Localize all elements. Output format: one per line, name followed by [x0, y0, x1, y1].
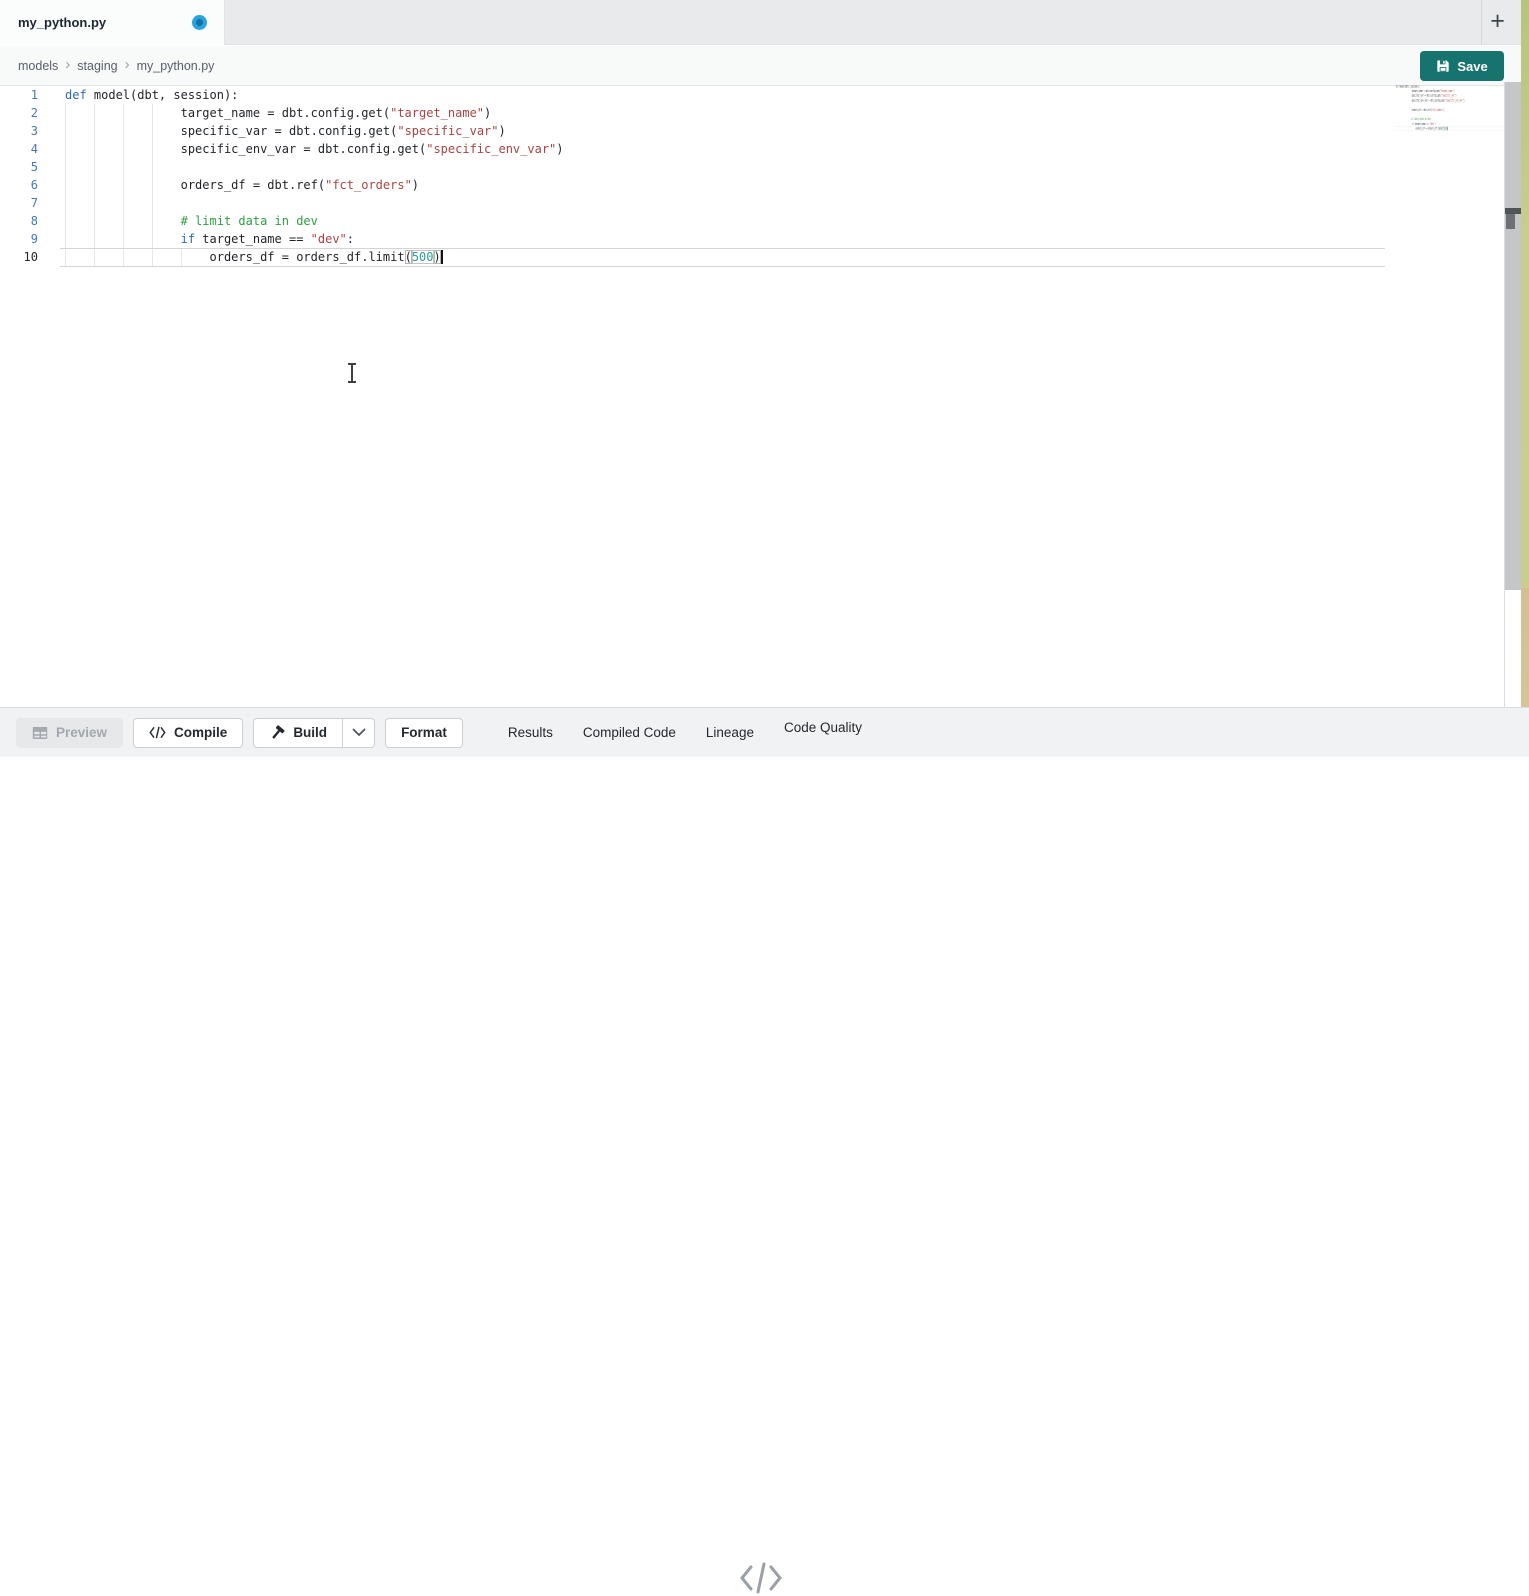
tab-results[interactable]: Results	[493, 708, 568, 758]
save-button-label: Save	[1457, 59, 1487, 74]
new-tab-button[interactable]: +	[1490, 9, 1505, 34]
minimap-lines: def model(dbt, session): target_name = d…	[1395, 84, 1505, 131]
breadcrumb-file[interactable]: my_python.py	[137, 59, 215, 73]
breadcrumb-separator: ›	[65, 56, 70, 73]
desktop-edge-strip-top	[1521, 0, 1529, 588]
mouse-ibeam-cursor	[346, 363, 357, 383]
breadcrumb-separator: ›	[125, 56, 130, 73]
editor-tab-bar: my_python.py +	[0, 0, 1521, 45]
breadcrumb-staging[interactable]: staging	[77, 59, 117, 73]
preview-button[interactable]: Preview	[16, 718, 123, 748]
compile-button[interactable]: Compile	[133, 718, 243, 748]
line-number-gutter: 12345678910	[0, 86, 38, 266]
code-lines[interactable]: def model(dbt, session): target_name = d…	[60, 86, 1385, 267]
editor-minimap[interactable]: def model(dbt, session): target_name = d…	[1395, 84, 1505, 144]
breadcrumb-models[interactable]: models	[18, 59, 58, 73]
build-options-button[interactable]	[343, 718, 375, 748]
format-button-label: Format	[401, 725, 447, 740]
tab-title: my_python.py	[18, 15, 106, 30]
result-panel-tabs: Results Compiled Code Lineage Code Quali…	[493, 708, 877, 758]
code-brackets-icon	[149, 726, 166, 739]
format-button[interactable]: Format	[385, 718, 463, 748]
unsaved-changes-dot	[192, 15, 207, 30]
chevron-down-icon	[352, 728, 366, 737]
preview-button-label: Preview	[56, 725, 107, 740]
new-tab-zone: +	[1481, 0, 1513, 45]
tab-code-quality[interactable]: Code Quality	[769, 708, 877, 758]
code-editor[interactable]: 12345678910 def model(dbt, session): tar…	[0, 86, 1521, 707]
code-brackets-icon	[738, 1560, 784, 1596]
tab-my-python-py[interactable]: my_python.py	[0, 0, 225, 45]
breadcrumb-bar: models › staging › my_python.py Save	[0, 46, 1521, 86]
compile-button-label: Compile	[174, 725, 227, 740]
table-grid-icon	[32, 725, 48, 741]
vertical-scrollbar-thumb-stem[interactable]	[1506, 214, 1515, 229]
action-toolbar: Preview Compile Build	[0, 707, 1529, 757]
build-button-label: Build	[293, 725, 327, 740]
code-quality-panel	[0, 757, 1529, 855]
hammer-icon	[269, 725, 285, 741]
tab-compiled-code-label: Compiled Code	[583, 725, 676, 740]
tab-code-quality-label: Code Quality	[784, 720, 862, 735]
floppy-disk-icon	[1436, 59, 1450, 73]
vertical-scrollbar-track[interactable]	[1505, 82, 1521, 590]
tab-compiled-code[interactable]: Compiled Code	[568, 708, 691, 758]
build-split-button: Build	[253, 718, 375, 748]
tab-results-label: Results	[508, 725, 553, 740]
tab-lineage[interactable]: Lineage	[691, 708, 769, 758]
dbt-cloud-ide: my_python.py + models › staging › my_pyt…	[0, 0, 1529, 855]
tab-lineage-label: Lineage	[706, 725, 754, 740]
build-button[interactable]: Build	[253, 718, 343, 748]
save-button[interactable]: Save	[1420, 51, 1504, 81]
